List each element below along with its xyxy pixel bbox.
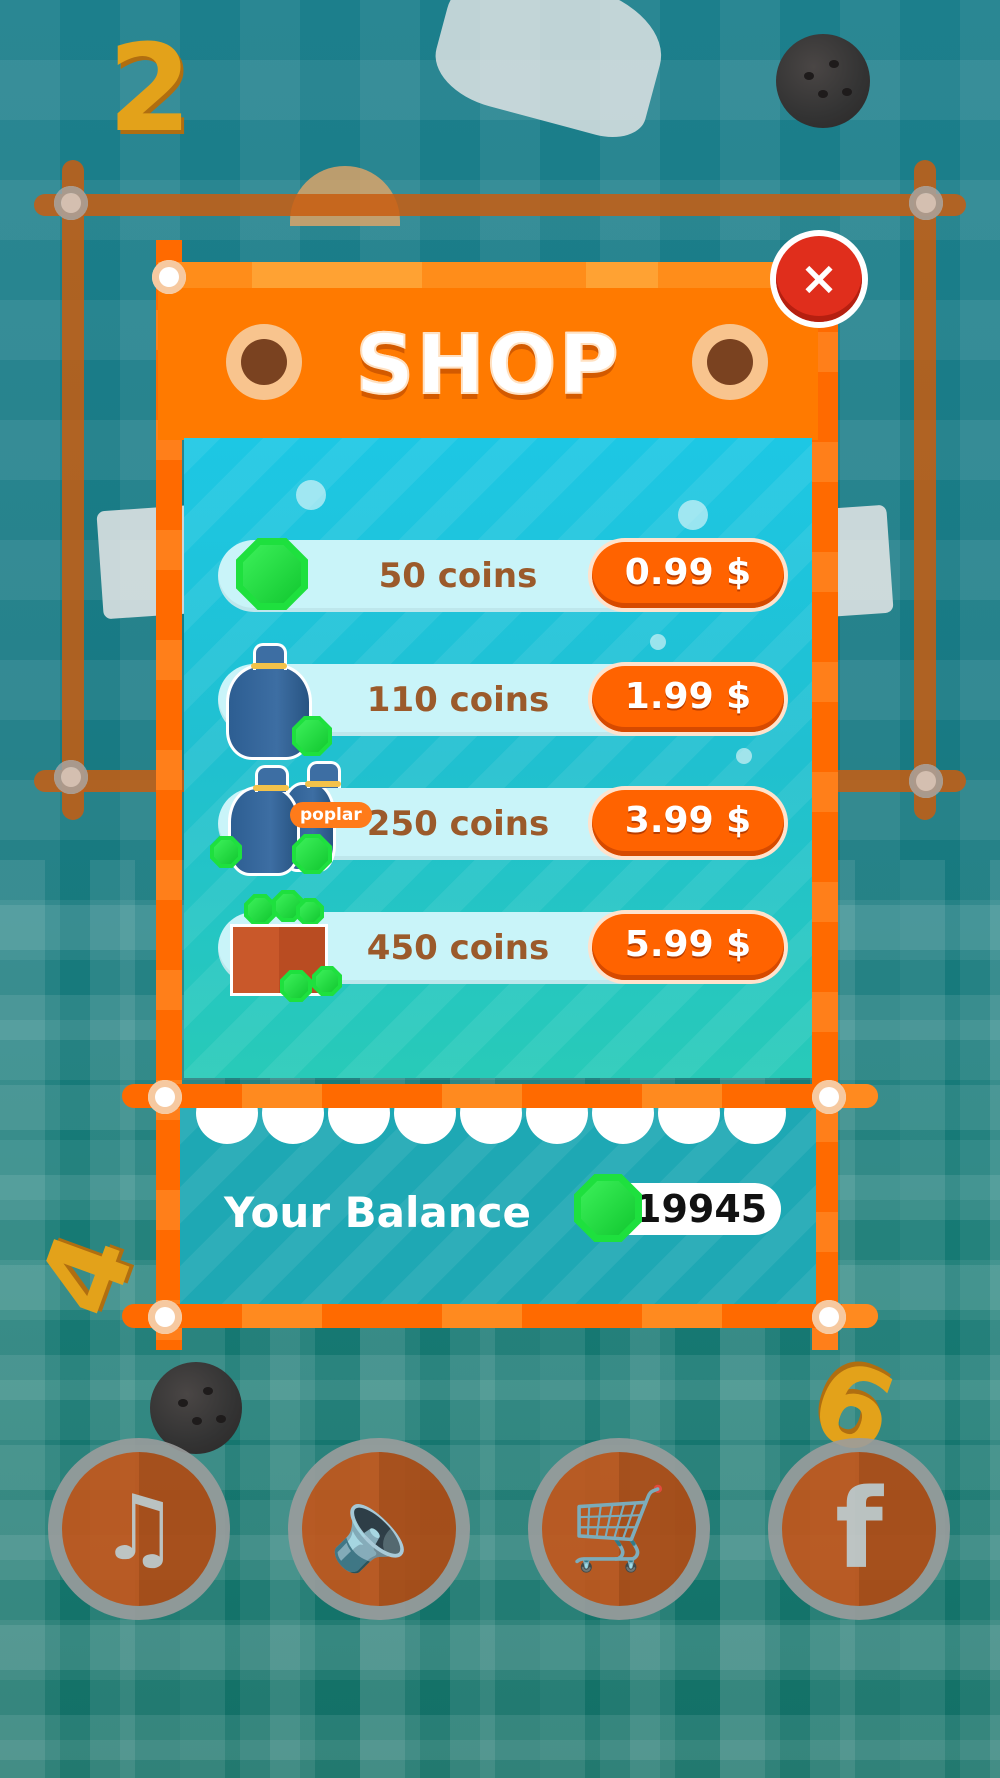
frame-pin	[54, 760, 88, 794]
scallop-trim	[196, 1104, 800, 1148]
buy-button[interactable]: 3.99 $	[592, 790, 784, 856]
cookie-decoration	[150, 1362, 242, 1454]
sound-button[interactable]: 🔈	[288, 1438, 470, 1620]
header-stripe	[158, 262, 818, 288]
balance-label: Your Balance	[224, 1188, 532, 1237]
facebook-button[interactable]: f	[768, 1438, 950, 1620]
shop-header: SHOP	[158, 262, 818, 440]
music-icon: ♫	[98, 1476, 180, 1581]
music-button[interactable]: ♫	[48, 1438, 230, 1620]
background-frame-top	[34, 194, 966, 216]
popular-badge: poplar	[290, 802, 372, 828]
frame-pin	[148, 1300, 182, 1334]
background-frame-right	[914, 160, 936, 820]
frame-pin	[148, 1080, 182, 1114]
balance-rail-top	[122, 1084, 878, 1108]
background-frame-left	[62, 160, 84, 820]
balance-value: 19945	[635, 1187, 768, 1231]
package-coins: 50 coins	[378, 556, 538, 596]
facebook-icon: f	[835, 1465, 883, 1593]
frame-pin	[909, 186, 943, 220]
package-coins: 110 coins	[366, 680, 550, 720]
cart-icon: 🛒	[569, 1482, 669, 1575]
panel-pin	[152, 260, 186, 294]
cart-button[interactable]: 🛒	[528, 1438, 710, 1620]
frame-pin	[812, 1300, 846, 1334]
frame-pin	[812, 1080, 846, 1114]
buy-button[interactable]: 0.99 $	[592, 542, 784, 608]
buy-button[interactable]: 5.99 $	[592, 914, 784, 980]
buy-button[interactable]: 1.99 $	[592, 666, 784, 732]
sound-icon: 🔈	[329, 1482, 429, 1575]
frame-pin	[909, 764, 943, 798]
package-coins: 250 coins	[366, 804, 550, 844]
cookie-decoration	[776, 34, 870, 128]
balance-rail-bottom	[122, 1304, 878, 1328]
package-coins: 450 coins	[366, 928, 550, 968]
page-title: SHOP	[354, 317, 621, 414]
frame-pin	[54, 186, 88, 220]
close-button[interactable]: ×	[776, 236, 862, 322]
background-number-2: 2	[108, 20, 192, 159]
